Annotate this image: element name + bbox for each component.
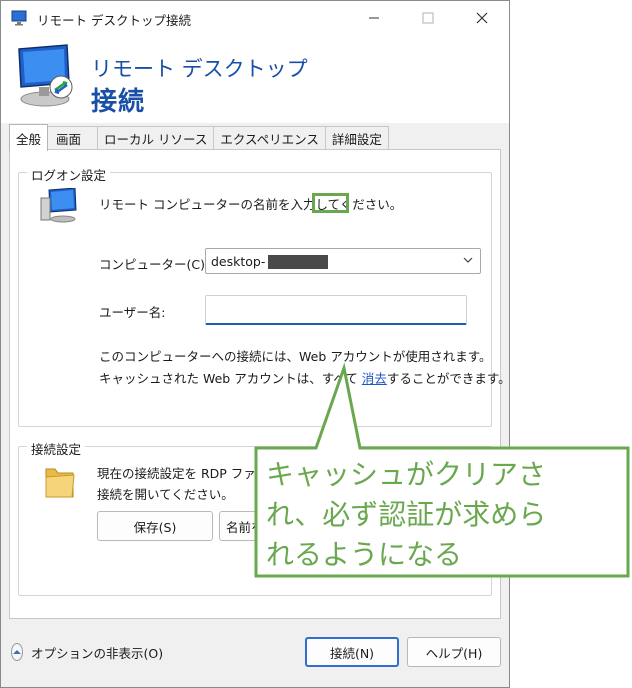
minimize-button[interactable] bbox=[351, 1, 397, 35]
tab-advanced[interactable]: 詳細設定 bbox=[324, 126, 389, 150]
folder-icon bbox=[45, 468, 75, 498]
logon-settings-title: ログオン設定 bbox=[27, 165, 111, 184]
options-toggle[interactable]: オプションの非表示(O) bbox=[11, 642, 164, 662]
remote-desktop-monitor-icon bbox=[18, 44, 73, 107]
callout-text: キャッシュがクリアさ れ、必ず認証が求めら れるようになる bbox=[266, 458, 547, 571]
remote-desktop-window: リモート デスクトップ接続 リモート デスクトップ 接続 全般 画面 ローカル … bbox=[0, 0, 511, 688]
connection-desc-line1: 現在の接続設定を RDP ファ bbox=[97, 466, 256, 481]
connection-desc-line2: 接続を開いてください。 bbox=[97, 487, 234, 502]
web-account-info-line2: キャッシュされた Web アカウントは、すべて 消去することができます。 bbox=[99, 368, 511, 387]
computer-icon bbox=[40, 188, 77, 223]
tab-general[interactable]: 全般 bbox=[9, 124, 49, 151]
computer-value: desktop- bbox=[211, 254, 266, 269]
connection-settings-title: 接続設定 bbox=[27, 439, 86, 458]
title-bar: リモート デスクトップ接続 bbox=[1, 1, 509, 35]
info-line2-suffix: することができます。 bbox=[386, 371, 511, 386]
banner-title-line2: 接続 bbox=[91, 87, 146, 117]
maximize-icon bbox=[422, 12, 434, 24]
save-button[interactable]: 保存(S) bbox=[97, 511, 213, 541]
computer-label: コンピューター(C): bbox=[99, 257, 210, 272]
tab-display[interactable]: 画面 bbox=[47, 126, 99, 150]
computer-combobox[interactable]: desktop- bbox=[205, 248, 481, 274]
redacted-name-block bbox=[268, 255, 328, 269]
tab-local-resources[interactable]: ローカル リソース bbox=[97, 126, 215, 150]
clear-cache-link[interactable]: 消去 bbox=[362, 371, 387, 386]
maximize-button[interactable] bbox=[405, 1, 451, 35]
chevron-down-icon[interactable] bbox=[462, 253, 474, 267]
web-account-info-line1: このコンピューターへの接続には、Web アカウントが使用されます。 bbox=[99, 349, 492, 364]
username-label: ユーザー名: bbox=[99, 305, 166, 320]
tab-strip: 全般 画面 ローカル リソース エクスペリエンス 詳細設定 bbox=[9, 124, 389, 151]
logon-settings-group: ログオン設定 リモート コンピューターの名前を入力してください。 コンピューター… bbox=[18, 165, 511, 427]
close-button[interactable] bbox=[459, 1, 505, 35]
help-button[interactable]: ヘルプ(H) bbox=[407, 637, 501, 667]
window-title: リモート デスクトップ接続 bbox=[37, 13, 191, 28]
logon-instruction: リモート コンピューターの名前を入力してください。 bbox=[99, 197, 403, 212]
link-highlight-box bbox=[312, 193, 349, 213]
chevron-up-icon bbox=[11, 643, 23, 661]
info-line2-prefix: キャッシュされた Web アカウントは、すべて bbox=[99, 371, 358, 386]
options-toggle-label: オプションの非表示(O) bbox=[31, 645, 164, 661]
header-banner: リモート デスクトップ 接続 bbox=[1, 35, 509, 123]
minimize-icon bbox=[369, 17, 379, 19]
tab-experience[interactable]: エクスペリエンス bbox=[213, 126, 326, 150]
close-icon bbox=[476, 12, 488, 24]
remote-desktop-app-icon bbox=[11, 10, 27, 26]
banner-title-line1: リモート デスクトップ bbox=[91, 57, 308, 81]
username-input[interactable] bbox=[205, 295, 467, 325]
connect-button[interactable]: 接続(N) bbox=[305, 637, 399, 667]
